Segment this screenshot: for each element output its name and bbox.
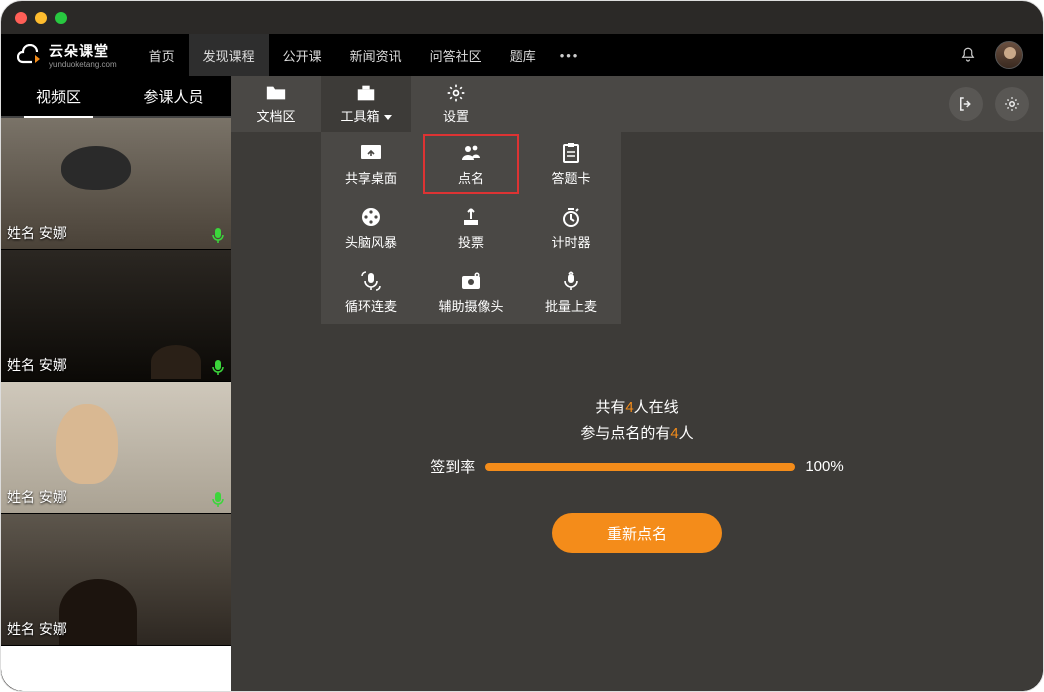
cycle-mic-icon — [359, 270, 383, 292]
tool-label: 投票 — [458, 232, 484, 251]
gear-icon — [445, 83, 467, 103]
tool-vote[interactable]: 投票 — [421, 196, 521, 260]
exit-button[interactable] — [949, 87, 983, 121]
tab-video-area[interactable]: 视频区 — [1, 76, 116, 116]
tab-documents[interactable]: 文档区 — [231, 76, 321, 132]
screen-share-icon — [359, 142, 383, 164]
participated-count-line: 参与点名的有4人 — [580, 422, 693, 443]
tool-share-screen[interactable]: 共享桌面 — [321, 132, 421, 196]
roll-call-panel: 共有4人在线 参与点名的有4人 签到率 100% 重新点名 — [231, 396, 1043, 553]
tool-brainstorm[interactable]: 头脑风暴 — [321, 196, 421, 260]
checkin-rate-label: 签到率 — [430, 456, 475, 477]
nav-home[interactable]: 首页 — [135, 34, 189, 76]
tool-label: 辅助摄像头 — [438, 296, 503, 315]
participant-name-label: 姓名 安娜 — [7, 223, 67, 243]
briefcase-icon — [355, 83, 377, 103]
brand-domain: yunduoketang.com — [49, 60, 117, 69]
online-count-line: 共有4人在线 — [595, 396, 678, 417]
user-avatar[interactable] — [995, 41, 1023, 69]
left-sidebar: 视频区 参课人员 姓名 安娜 姓名 安娜 — [1, 76, 231, 691]
settings-button[interactable] — [995, 87, 1029, 121]
people-icon — [459, 142, 483, 164]
main-stage: 文档区 工具箱 设置 — [231, 76, 1043, 691]
batch-mic-icon — [559, 270, 583, 292]
tool-label: 计时器 — [551, 232, 590, 251]
video-tile[interactable]: 姓名 安娜 — [1, 514, 231, 646]
tab-participants[interactable]: 参课人员 — [116, 76, 231, 116]
reel-icon — [359, 206, 383, 228]
participant-name-label: 姓名 安娜 — [7, 619, 67, 639]
checkin-rate-pct: 100% — [805, 458, 843, 475]
nav-discover-courses[interactable]: 发现课程 — [189, 34, 269, 76]
brand-logo[interactable]: 云朵课堂 yunduoketang.com — [17, 41, 117, 69]
gear-icon — [1003, 95, 1021, 113]
minimize-dot[interactable] — [35, 12, 47, 24]
tab-settings-label: 设置 — [443, 106, 469, 125]
tool-label: 共享桌面 — [345, 168, 397, 187]
tab-toolbox-label: 工具箱 — [340, 106, 391, 125]
participant-name-label: 姓名 安娜 — [7, 487, 67, 507]
video-tile-list: 姓名 安娜 姓名 安娜 姓名 安娜 姓名 — [1, 118, 231, 691]
tool-answer-card[interactable]: 答题卡 — [521, 132, 621, 196]
video-tile[interactable]: 姓名 安娜 — [1, 118, 231, 250]
video-tile-empty — [1, 646, 231, 691]
maximize-dot[interactable] — [55, 12, 67, 24]
tool-cycle-mic[interactable]: 循环连麦 — [321, 260, 421, 324]
checkin-rate-bar — [485, 463, 795, 471]
nav-question-bank[interactable]: 题库 — [496, 34, 550, 76]
timer-icon — [559, 206, 583, 228]
exit-icon — [957, 95, 975, 113]
primary-nav: 首页 发现课程 公开课 新闻资讯 问答社区 题库 ••• — [135, 34, 590, 76]
nav-news[interactable]: 新闻资讯 — [336, 34, 416, 76]
caret-down-icon — [384, 115, 392, 120]
mic-icon — [211, 227, 225, 243]
mic-icon — [211, 491, 225, 507]
nav-more[interactable]: ••• — [550, 34, 590, 76]
tool-label: 点名 — [458, 168, 484, 187]
participant-name-label: 姓名 安娜 — [7, 355, 67, 375]
retry-roll-call-button[interactable]: 重新点名 — [552, 513, 722, 553]
tool-label: 批量上麦 — [545, 296, 597, 315]
tab-settings[interactable]: 设置 — [411, 76, 501, 132]
folder-icon — [265, 83, 287, 103]
mic-icon — [211, 359, 225, 375]
clipboard-icon — [559, 142, 583, 164]
video-tile[interactable]: 姓名 安娜 — [1, 250, 231, 382]
stage-toolbar: 文档区 工具箱 设置 — [231, 76, 1043, 132]
nav-open-courses[interactable]: 公开课 — [269, 34, 336, 76]
tool-label: 答题卡 — [551, 168, 590, 187]
video-tile[interactable]: 姓名 安娜 — [1, 382, 231, 514]
tool-label: 头脑风暴 — [345, 232, 397, 251]
window-traffic-lights — [15, 12, 67, 24]
nav-qa-community[interactable]: 问答社区 — [416, 34, 496, 76]
brand-name: 云朵课堂 — [49, 41, 117, 61]
tab-toolbox[interactable]: 工具箱 — [321, 76, 411, 132]
camera-icon — [459, 270, 483, 292]
tab-documents-label: 文档区 — [256, 106, 295, 125]
tool-timer[interactable]: 计时器 — [521, 196, 621, 260]
cloud-icon — [17, 44, 45, 66]
close-dot[interactable] — [15, 12, 27, 24]
toolbox-dropdown: 共享桌面 点名 答题卡 头脑风暴 — [321, 132, 621, 324]
checkin-rate-row: 签到率 100% — [430, 456, 843, 477]
tool-batch-mic[interactable]: 批量上麦 — [521, 260, 621, 324]
bell-icon[interactable] — [959, 46, 977, 64]
tool-aux-camera[interactable]: 辅助摄像头 — [421, 260, 521, 324]
tool-roll-call[interactable]: 点名 — [421, 132, 521, 196]
vote-icon — [459, 206, 483, 228]
tool-label: 循环连麦 — [345, 296, 397, 315]
top-nav-bar: 云朵课堂 yunduoketang.com 首页 发现课程 公开课 新闻资讯 问… — [1, 34, 1043, 76]
